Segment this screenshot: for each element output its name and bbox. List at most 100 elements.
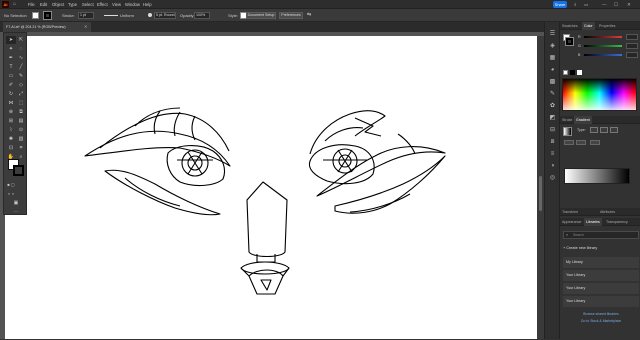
color-spectrum[interactable]	[562, 78, 637, 111]
tab-libraries[interactable]: Libraries	[584, 218, 602, 226]
slider-g-value[interactable]	[626, 43, 638, 49]
uniform-label[interactable]: Uniform	[120, 9, 134, 22]
magic-wand-tool-icon[interactable]: ✦	[6, 45, 16, 53]
symbol-sprayer-tool-icon[interactable]: ✺	[6, 135, 16, 143]
arrange-documents-icon[interactable]: ⇆	[307, 9, 311, 22]
align-icon[interactable]: ⊟	[548, 126, 557, 135]
preferences-button[interactable]: Preferences	[279, 12, 303, 19]
free-transform-tool-icon[interactable]: ⬚	[16, 99, 26, 107]
swatches-icon[interactable]: ▩	[548, 78, 557, 87]
rotate-tool-icon[interactable]: ↻	[6, 90, 16, 98]
stroke-color-swatch[interactable]	[13, 165, 24, 176]
gradient-aspect-field[interactable]	[590, 140, 600, 145]
gradient-thumbnail[interactable]	[563, 127, 572, 136]
library-item[interactable]: Your Library	[563, 283, 639, 294]
libraries-icon[interactable]: ▦	[548, 54, 557, 63]
width-tool-icon[interactable]: ⋈	[6, 99, 16, 107]
document-tab[interactable]: F7.AI.ai* @ 204.21 % (RGB/Preview)	[3, 22, 91, 32]
slice-tool-icon[interactable]: ⌗	[16, 144, 26, 152]
white-swatch[interactable]	[577, 70, 582, 75]
tab-transform[interactable]: Transform	[560, 208, 580, 216]
scrollbar-thumb[interactable]	[539, 176, 542, 211]
lasso-tool-icon[interactable]: ◌	[16, 45, 26, 53]
tab-properties[interactable]: Properties	[597, 22, 617, 30]
properties-icon[interactable]: ☰	[548, 30, 557, 39]
slider-r-value[interactable]	[626, 34, 638, 40]
gradient-slider[interactable]	[564, 168, 630, 184]
blend-tool-icon[interactable]: ⊙	[16, 126, 26, 134]
linear-gradient-icon[interactable]	[590, 127, 598, 133]
menu-help[interactable]: Help	[143, 0, 152, 9]
minimize-icon[interactable]: —	[602, 0, 607, 9]
symbols-icon[interactable]: ✿	[548, 102, 557, 111]
menu-effect[interactable]: Effect	[97, 0, 108, 9]
brushes-icon[interactable]: ✎	[548, 90, 557, 99]
color-guide-icon[interactable]: ◕	[548, 66, 557, 75]
library-item[interactable]: Your Library	[563, 270, 639, 281]
freeform-gradient-icon[interactable]	[610, 127, 618, 133]
stroke-swatch[interactable]	[43, 11, 52, 20]
document-setup-button[interactable]: Document Setup	[246, 12, 276, 19]
edit-toolbar-icon[interactable]: ⋯	[11, 208, 21, 216]
shape-builder-tool-icon[interactable]: ⊕	[6, 108, 16, 116]
brush-definition-select[interactable]: 5 pt. Round	[154, 12, 176, 19]
search-icon[interactable]: ⌕	[574, 0, 577, 9]
tab-swatches[interactable]: Swatches	[560, 22, 580, 30]
tab-gradient[interactable]: Gradient	[574, 116, 592, 124]
share-button[interactable]: Share	[553, 1, 567, 8]
fill-swatch[interactable]	[32, 12, 39, 19]
shaper-tool-icon[interactable]: ✐	[6, 81, 16, 89]
library-search-input[interactable]: ⌕ Search	[563, 231, 639, 239]
perspective-grid-tool-icon[interactable]: ⧉	[16, 108, 26, 116]
slider-r-track[interactable]	[584, 36, 622, 38]
mesh-tool-icon[interactable]: ⊞	[6, 117, 16, 125]
gradient-option-field[interactable]	[564, 140, 574, 145]
layers-icon[interactable]: ◈	[548, 42, 557, 51]
tab-transparency[interactable]: Transparency	[604, 218, 630, 226]
color-mode-icon[interactable]: ■ ▢	[6, 181, 16, 189]
menu-file[interactable]: File	[28, 0, 35, 9]
menu-type[interactable]: Type	[68, 0, 77, 9]
stroke-weight-field[interactable]: 1 pt	[78, 12, 94, 19]
close-tab-icon[interactable]: ✕	[84, 22, 87, 32]
artboard-tool-icon[interactable]: ⊡	[6, 144, 16, 152]
home-icon[interactable]: ⌂	[13, 1, 19, 8]
graph-tool-icon[interactable]: ▥	[16, 135, 26, 143]
stock-marketplace-link[interactable]: Go to Stock & Marketplace	[563, 319, 639, 323]
line-tool-icon[interactable]: ╱	[16, 63, 26, 71]
paintbrush-tool-icon[interactable]: ✎	[16, 72, 26, 80]
slider-b-value[interactable]	[626, 52, 638, 58]
slider-g-track[interactable]	[584, 45, 622, 47]
tab-attributes[interactable]: Attributes	[598, 208, 617, 216]
radial-gradient-icon[interactable]	[600, 127, 608, 133]
artboard[interactable]	[5, 36, 537, 339]
scale-tool-icon[interactable]: ⤢	[16, 90, 26, 98]
black-swatch[interactable]	[570, 70, 575, 75]
tab-appearance[interactable]: Appearance	[560, 218, 583, 226]
direct-selection-tool-icon[interactable]: ⇱	[16, 36, 26, 44]
close-icon[interactable]: ✕	[627, 0, 631, 9]
maximize-icon[interactable]: ☐	[614, 0, 618, 9]
tab-stroke[interactable]: Stroke	[560, 116, 574, 124]
type-tool-icon[interactable]: T	[6, 63, 16, 71]
browse-shared-libraries-link[interactable]: Browse shared libraries	[563, 312, 639, 316]
menu-window[interactable]: Window	[125, 0, 140, 9]
draw-mode-icon[interactable]: ◐ ◑	[6, 190, 16, 198]
tab-color[interactable]: Color	[582, 22, 595, 30]
eyedropper-tool-icon[interactable]: ⌇	[6, 126, 16, 134]
slider-b-track[interactable]	[584, 54, 622, 56]
curvature-tool-icon[interactable]: ∿	[16, 54, 26, 62]
opacity-field[interactable]: 100%	[194, 12, 210, 19]
menu-object[interactable]: Object	[52, 0, 64, 9]
appearance-icon[interactable]: ◎	[548, 174, 557, 183]
create-library-button[interactable]: + Create new library	[563, 244, 597, 252]
pen-tool-icon[interactable]: ✒	[6, 54, 16, 62]
library-item[interactable]: My Library	[563, 257, 639, 268]
menu-edit[interactable]: Edit	[40, 0, 47, 9]
gradient-tool-icon[interactable]: ▤	[16, 117, 26, 125]
stroke-panel-icon[interactable]: ≡	[548, 150, 557, 159]
menu-select[interactable]: Select	[82, 0, 94, 9]
transparency-icon[interactable]: ◑	[548, 162, 557, 171]
graphic-styles-icon[interactable]: ◩	[548, 114, 557, 123]
pathfinder-icon[interactable]: ⧈	[548, 138, 557, 147]
